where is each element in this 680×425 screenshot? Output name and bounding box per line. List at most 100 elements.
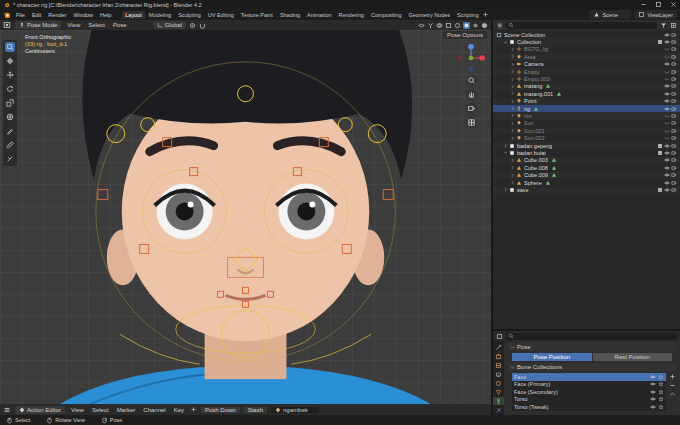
outliner-row[interactable]: Cube.009	[493, 171, 680, 178]
tool-button[interactable]	[5, 154, 15, 164]
eye-open-icon[interactable]	[650, 389, 656, 395]
render-camera-icon[interactable]	[671, 113, 677, 119]
render-camera-icon[interactable]	[671, 165, 677, 171]
object-data-icon[interactable]	[545, 180, 551, 186]
sync-icon[interactable]	[190, 406, 197, 413]
camera-view-icon[interactable]	[466, 103, 477, 114]
workspace-tab[interactable]: Compositing	[368, 11, 405, 19]
workspace-tab[interactable]: Animation	[304, 11, 334, 19]
outliner-row[interactable]: matang.001	[493, 90, 680, 97]
editor-type-icon[interactable]	[3, 21, 11, 29]
render-camera-icon[interactable]	[671, 76, 677, 82]
timeline-menu[interactable]: Channel	[141, 407, 167, 413]
eye-open-icon[interactable]	[664, 106, 670, 112]
editor-type-icon[interactable]	[3, 406, 11, 414]
outliner-editor-icon[interactable]	[496, 22, 503, 29]
menu-item[interactable]: Edit	[30, 12, 43, 18]
move-up-icon[interactable]	[669, 391, 676, 398]
collapsed-arrow-icon[interactable]	[510, 113, 515, 118]
expanded-arrow-icon[interactable]	[503, 40, 508, 45]
pose-position-button[interactable]: Pose Position	[512, 353, 592, 361]
collapsed-arrow-icon[interactable]	[510, 62, 515, 67]
object-data-icon[interactable]	[551, 157, 557, 163]
collapsed-arrow-icon[interactable]	[510, 180, 515, 185]
render-camera-icon[interactable]	[671, 32, 677, 38]
viewport-menu[interactable]: Select	[86, 22, 107, 28]
solo-star-icon[interactable]	[658, 381, 664, 387]
eye-open-icon[interactable]	[664, 187, 670, 193]
outliner-row[interactable]: Collection	[493, 38, 680, 45]
eye-open-icon[interactable]	[664, 143, 670, 149]
outliner-row[interactable]: Camera	[493, 61, 680, 68]
render-camera-icon[interactable]	[671, 143, 677, 149]
solo-star-icon[interactable]	[658, 374, 664, 380]
object-data-icon[interactable]	[551, 172, 557, 178]
outliner-row[interactable]: Sun.002	[493, 134, 680, 141]
minimize-icon[interactable]	[640, 1, 647, 8]
wireframe-icon[interactable]	[454, 22, 461, 29]
outliner-row[interactable]: rig	[493, 105, 680, 112]
collapsed-arrow-icon[interactable]	[510, 106, 515, 111]
timeline-button[interactable]: Push Down	[201, 407, 240, 413]
object-data-icon[interactable]	[545, 83, 551, 89]
bone-collections-header[interactable]: Bone Collections	[508, 363, 676, 371]
properties-editor-icon[interactable]	[496, 333, 503, 340]
maximize-icon[interactable]	[655, 1, 662, 8]
outliner-row[interactable]: Cube.003	[493, 157, 680, 164]
render-camera-icon[interactable]	[671, 54, 677, 60]
render-camera-icon[interactable]	[671, 39, 677, 45]
view-layer-selector[interactable]: ViewLayer	[634, 10, 677, 19]
collapsed-arrow-icon[interactable]	[510, 136, 515, 141]
eye-closed-icon[interactable]	[664, 128, 670, 134]
outliner-row[interactable]: matang	[493, 83, 680, 90]
eye-open-icon[interactable]	[664, 39, 670, 45]
outliner-row[interactable]: Empty.003	[493, 75, 680, 82]
tool-button[interactable]	[5, 98, 15, 108]
exclude-checkbox-icon[interactable]	[657, 39, 663, 45]
solo-star-icon[interactable]	[658, 404, 664, 410]
outliner-row[interactable]: Sun.001	[493, 127, 680, 134]
rig-controls[interactable]	[96, 62, 395, 364]
bone-collection-row[interactable]: Face	[512, 373, 666, 381]
object-data-icon[interactable]	[533, 106, 539, 112]
menu-item[interactable]: Help	[98, 12, 113, 18]
collapsed-arrow-icon[interactable]	[503, 143, 508, 148]
properties-tab[interactable]	[493, 406, 504, 414]
render-camera-icon[interactable]	[671, 187, 677, 193]
collapsed-arrow-icon[interactable]	[510, 99, 515, 104]
collapsed-arrow-icon[interactable]	[510, 77, 515, 82]
filter-icon[interactable]	[660, 22, 667, 29]
outliner-row[interactable]: Empty	[493, 68, 680, 75]
orientation-dropdown[interactable]: Global	[153, 21, 186, 29]
outliner-row[interactable]: badan bulat	[493, 149, 680, 156]
eye-open-icon[interactable]	[664, 83, 670, 89]
collapsed-arrow-icon[interactable]	[510, 165, 515, 170]
expanded-arrow-icon[interactable]	[503, 150, 508, 155]
render-camera-icon[interactable]	[671, 69, 677, 75]
outliner-row[interactable]: rim	[493, 112, 680, 119]
outliner-row[interactable]: Sphere	[493, 179, 680, 186]
new-collection-icon[interactable]	[670, 22, 677, 29]
workspace-tab[interactable]: Geometry Nodes	[406, 11, 454, 19]
outliner-row[interactable]: Sun	[493, 120, 680, 127]
zoom-icon[interactable]	[466, 75, 477, 86]
properties-tab[interactable]	[493, 388, 504, 396]
eye-open-icon[interactable]	[664, 157, 670, 163]
visibility-icon[interactable]	[418, 22, 425, 29]
menu-item[interactable]: Window	[71, 12, 95, 18]
timeline-menu[interactable]: Marker	[115, 407, 138, 413]
collapsed-arrow-icon[interactable]	[503, 187, 508, 192]
viewport-menu[interactable]: Pose	[111, 22, 129, 28]
render-camera-icon[interactable]	[671, 98, 677, 104]
pose-options-button[interactable]: Pose Options	[443, 31, 487, 39]
exclude-checkbox-icon[interactable]	[657, 150, 663, 156]
tool-button[interactable]	[5, 56, 15, 66]
collapsed-arrow-icon[interactable]	[510, 173, 515, 178]
eye-open-icon[interactable]	[664, 61, 670, 67]
rendered-icon[interactable]	[481, 22, 488, 29]
render-camera-icon[interactable]	[671, 172, 677, 178]
solid-icon[interactable]	[463, 22, 470, 29]
workspace-tab[interactable]: Modeling	[146, 11, 174, 19]
properties-tab[interactable]	[493, 379, 504, 387]
outliner-row[interactable]: Cube.008	[493, 164, 680, 171]
